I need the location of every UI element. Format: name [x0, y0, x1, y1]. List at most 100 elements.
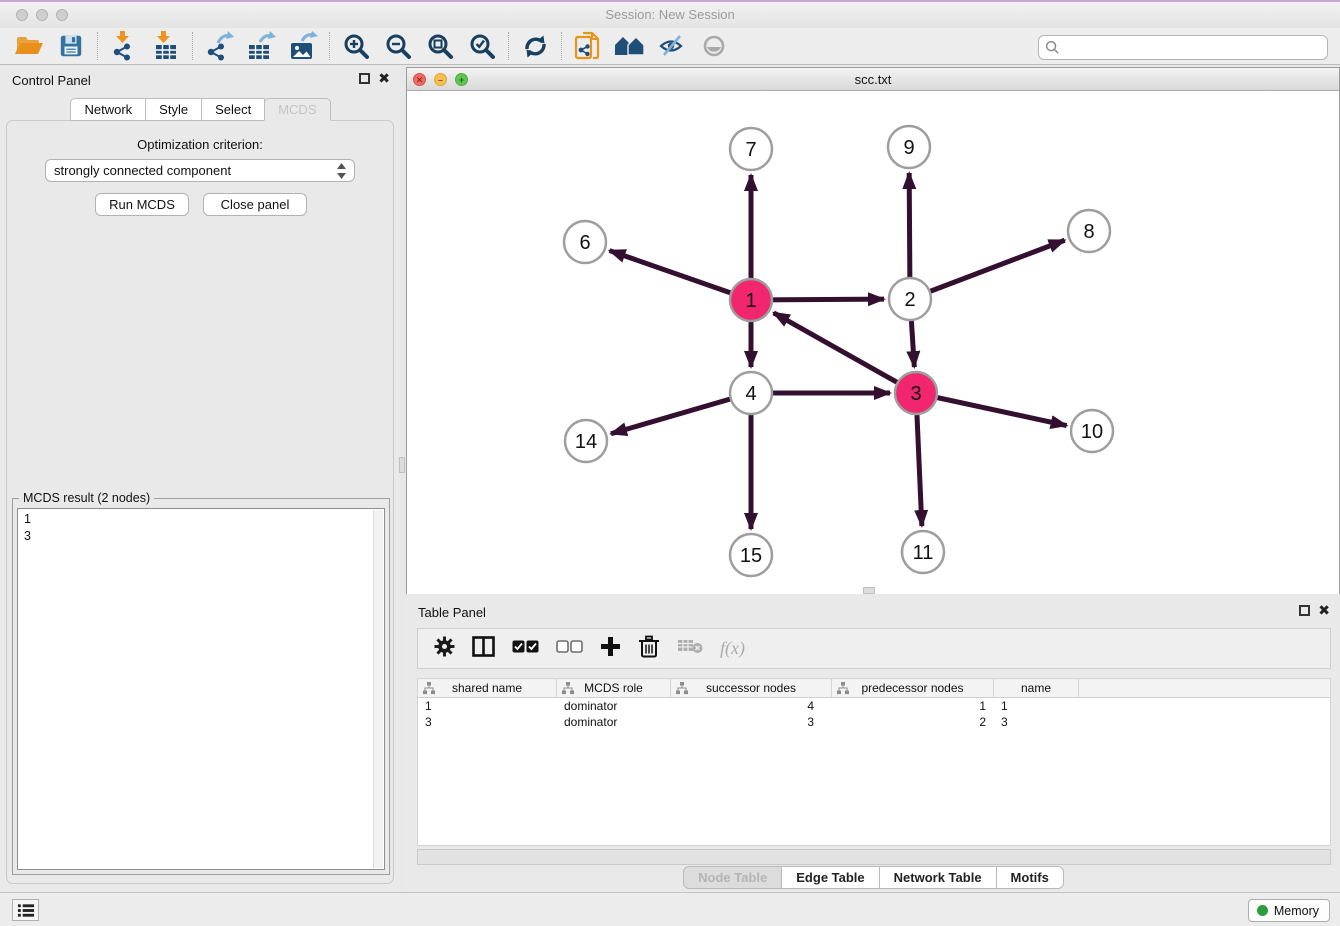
- float-table-panel-icon[interactable]: [1299, 605, 1310, 616]
- toolbar-separator: [97, 32, 98, 60]
- search-input[interactable]: [1060, 40, 1327, 55]
- cell-mcds-role[interactable]: dominator: [557, 698, 671, 714]
- eye-disabled-icon: [702, 34, 726, 58]
- delete-column-button[interactable]: [638, 635, 660, 663]
- zoom-in-icon: [343, 33, 370, 60]
- save-floppy-icon: [57, 33, 85, 59]
- deselect-all-columns-button[interactable]: [556, 640, 583, 658]
- zoom-out-button[interactable]: [377, 30, 419, 62]
- table-row[interactable]: 1 dominator 4 1 1: [418, 698, 1330, 714]
- result-scrollbar[interactable]: [373, 510, 383, 868]
- result-line: 3: [24, 528, 384, 545]
- zoom-fit-button[interactable]: [419, 30, 461, 62]
- network-window-titlebar[interactable]: ✕ – + scc.txt: [407, 68, 1339, 91]
- column-header-name[interactable]: name: [994, 679, 1079, 697]
- graph-node-label: 4: [745, 383, 756, 405]
- delete-table-icon: [677, 638, 703, 654]
- show-graphics-details-button[interactable]: [651, 30, 693, 62]
- column-header-shared-name[interactable]: shared name: [418, 679, 557, 697]
- cell-name[interactable]: 1: [994, 698, 1079, 714]
- network-canvas[interactable]: 7968124314101511: [407, 91, 1339, 594]
- toggle-bird-view-button[interactable]: [693, 30, 735, 62]
- cell-mcds-role[interactable]: dominator: [557, 714, 671, 730]
- trash-icon: [638, 635, 660, 658]
- result-line: 1: [24, 511, 384, 528]
- graph-node-label: 11: [913, 542, 934, 564]
- graph-edge-1-6[interactable]: [610, 251, 751, 300]
- table-settings-button[interactable]: [434, 636, 455, 662]
- run-mcds-button[interactable]: Run MCDS: [95, 193, 189, 216]
- graph-node-label: 15: [740, 545, 762, 567]
- tab-node-table[interactable]: Node Table: [683, 866, 782, 889]
- new-network-from-selection-button[interactable]: [567, 30, 609, 62]
- status-bar: Memory: [0, 892, 1340, 926]
- horizontal-split-handle[interactable]: [863, 587, 875, 594]
- memory-button[interactable]: Memory: [1248, 899, 1330, 922]
- search-box: [1038, 35, 1328, 60]
- table-row[interactable]: 3 dominator 3 2 3: [418, 714, 1330, 730]
- zoom-selected-button[interactable]: [461, 30, 503, 62]
- close-panel-icon[interactable]: ✖: [378, 73, 390, 84]
- export-table-icon: [246, 31, 276, 61]
- column-header-predecessor-nodes[interactable]: predecessor nodes: [832, 679, 994, 697]
- graph-edge-3-10[interactable]: [916, 393, 1067, 426]
- optimization-criterion-select[interactable]: strongly connected component: [45, 159, 355, 182]
- close-table-panel-icon[interactable]: ✖: [1318, 605, 1330, 616]
- cell-shared-name[interactable]: 3: [418, 714, 557, 730]
- task-history-button[interactable]: [12, 899, 39, 921]
- selected-criterion: strongly connected component: [54, 163, 337, 178]
- cell-successor-nodes[interactable]: 4: [671, 698, 832, 714]
- open-session-button[interactable]: [8, 30, 50, 62]
- tab-mcds[interactable]: MCDS: [264, 98, 330, 121]
- tab-select[interactable]: Select: [201, 98, 265, 121]
- toggle-column-view-button[interactable]: [472, 636, 495, 662]
- table-horizontal-scrollbar[interactable]: [417, 849, 1331, 865]
- delete-table-button[interactable]: [677, 638, 703, 659]
- tab-network[interactable]: Network: [70, 98, 146, 121]
- graph-edge-2-8[interactable]: [910, 240, 1065, 299]
- graph-node-label: 10: [1081, 421, 1103, 443]
- cell-predecessor-nodes[interactable]: 2: [832, 714, 994, 730]
- first-neighbors-button[interactable]: [609, 30, 651, 62]
- table-toolbar: f(x): [417, 628, 1331, 669]
- tab-style[interactable]: Style: [145, 98, 202, 121]
- graph-node-label: 9: [903, 137, 914, 159]
- graph-node-label: 1: [745, 290, 756, 312]
- import-network-button[interactable]: [103, 30, 145, 62]
- toolbar-separator: [329, 32, 330, 60]
- column-header-mcds-role[interactable]: MCDS role: [557, 679, 671, 697]
- export-table-button[interactable]: [240, 30, 282, 62]
- tab-motifs[interactable]: Motifs: [996, 866, 1064, 889]
- select-all-columns-button[interactable]: [512, 640, 539, 658]
- column-header-successor-nodes[interactable]: successor nodes: [671, 679, 832, 697]
- refresh-icon: [522, 33, 549, 60]
- vertical-split-handle[interactable]: [399, 457, 405, 473]
- mcds-result-text[interactable]: 1 3: [17, 508, 385, 870]
- graph-node-label: 14: [575, 431, 597, 453]
- select-stepper-icon: [337, 163, 346, 179]
- export-network-button[interactable]: [198, 30, 240, 62]
- save-session-button[interactable]: [50, 30, 92, 62]
- tab-edge-table[interactable]: Edge Table: [781, 866, 879, 889]
- toolbar-separator: [192, 32, 193, 60]
- tab-network-table[interactable]: Network Table: [879, 866, 997, 889]
- cell-shared-name[interactable]: 1: [418, 698, 557, 714]
- graph-node-label: 3: [910, 383, 921, 405]
- refresh-button[interactable]: [514, 30, 556, 62]
- gear-icon: [434, 636, 455, 657]
- zoom-in-button[interactable]: [335, 30, 377, 62]
- node-table: shared name MCDS role successor nodes pr…: [417, 678, 1331, 846]
- graph-node-label: 7: [745, 139, 756, 161]
- table-tabs: Node Table Edge Table Network Table Moti…: [406, 866, 1340, 889]
- attribute-type-icon: [423, 682, 435, 695]
- cell-predecessor-nodes[interactable]: 1: [832, 698, 994, 714]
- add-column-button[interactable]: [600, 636, 621, 662]
- cell-name[interactable]: 3: [994, 714, 1079, 730]
- import-table-button[interactable]: [145, 30, 187, 62]
- graph-edge-3-1[interactable]: [774, 313, 916, 393]
- cell-successor-nodes[interactable]: 3: [671, 714, 832, 730]
- float-panel-icon[interactable]: [359, 73, 370, 84]
- function-builder-button[interactable]: f(x): [720, 638, 745, 659]
- close-panel-button[interactable]: Close panel: [203, 193, 307, 216]
- export-image-button[interactable]: [282, 30, 324, 62]
